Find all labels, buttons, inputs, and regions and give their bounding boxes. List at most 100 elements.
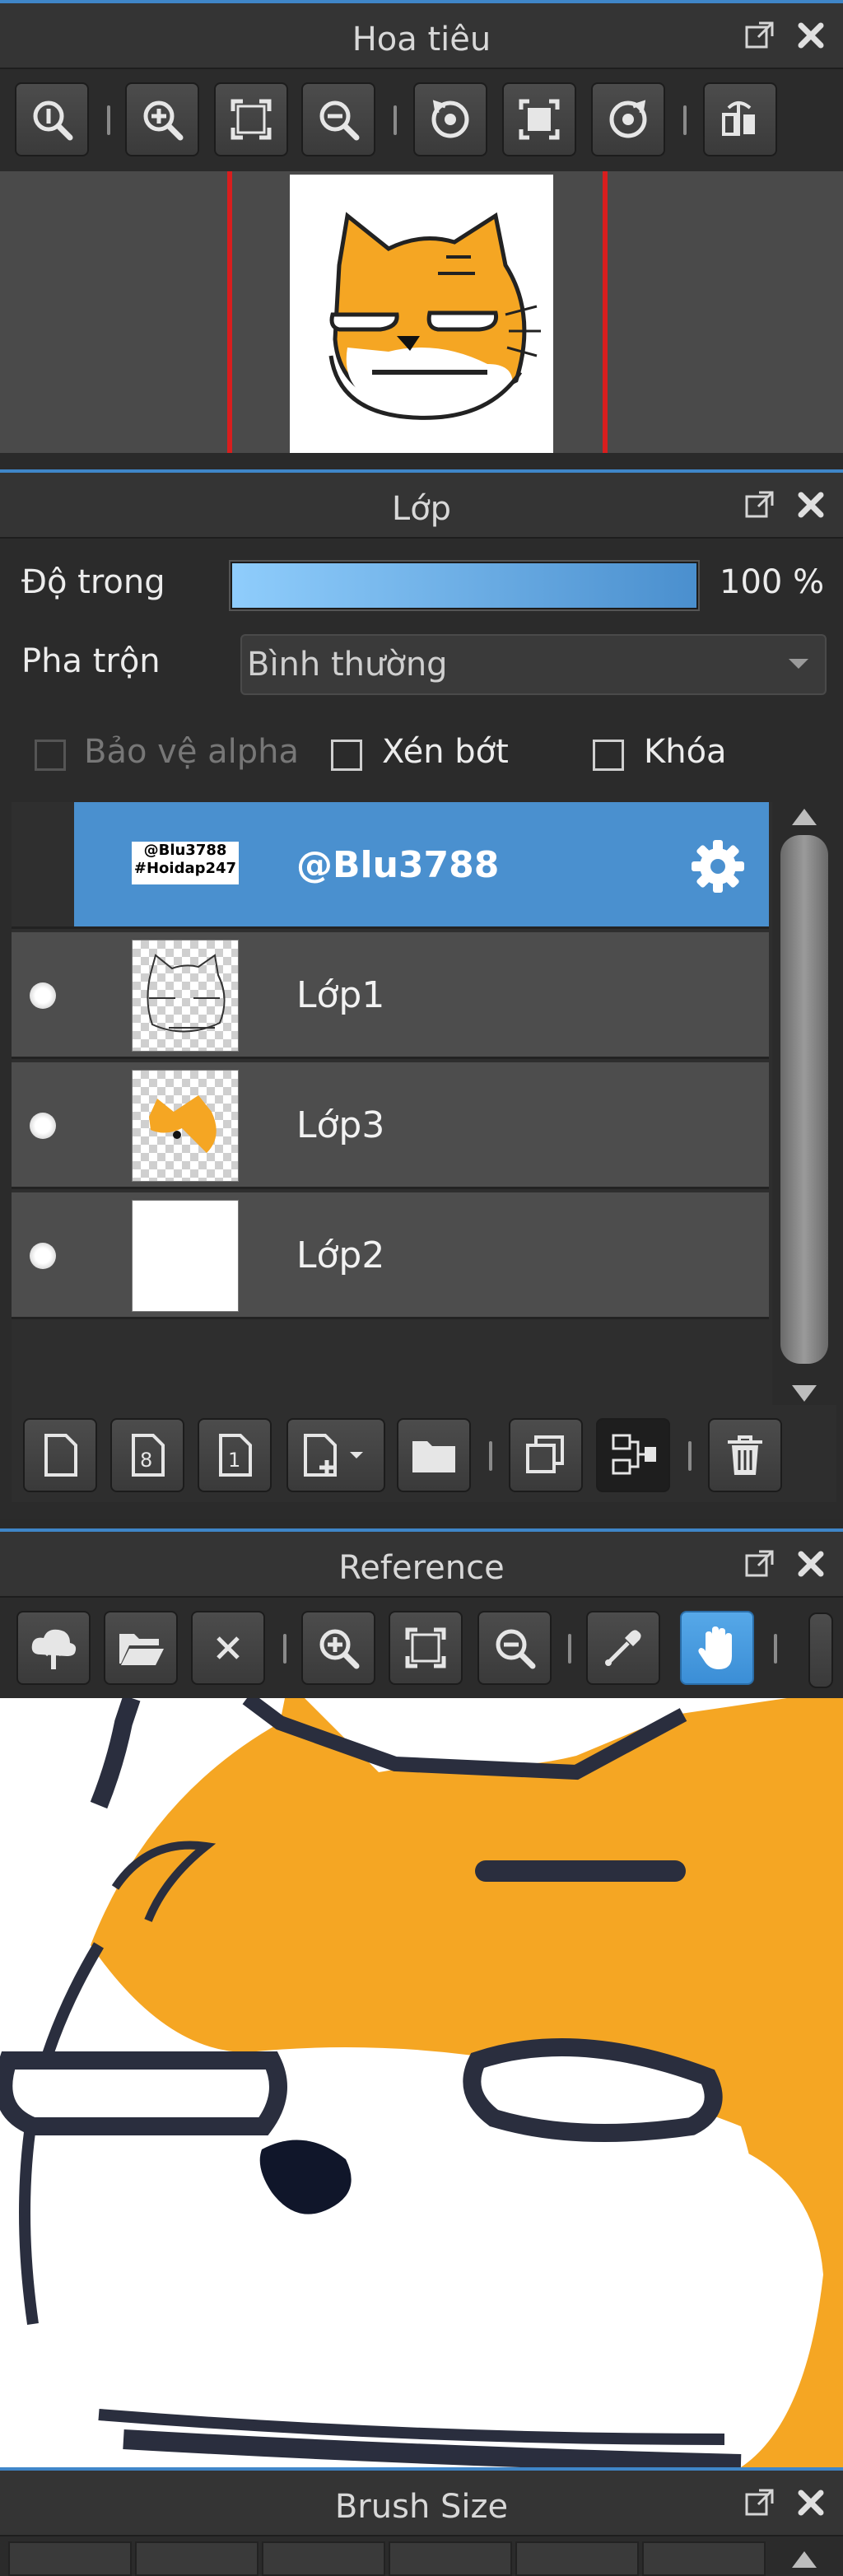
new-8bit-layer-icon[interactable]: 8 xyxy=(110,1418,184,1492)
protect-alpha-checkbox[interactable] xyxy=(35,740,66,771)
toolbar-separator xyxy=(568,1634,571,1664)
hand-pan-icon[interactable] xyxy=(680,1611,754,1685)
brush-size-title: Brush Size xyxy=(334,2488,509,2526)
toolbar-separator xyxy=(489,1441,492,1471)
reference-toolbar xyxy=(0,1598,843,1698)
layer-name: @Blu3788 xyxy=(296,844,500,886)
view-frame-left xyxy=(227,171,232,453)
float-panel-icon[interactable] xyxy=(741,2484,779,2522)
layer-row[interactable]: Lớp1 xyxy=(12,932,769,1059)
brush-size-cell[interactable] xyxy=(642,2541,766,2576)
rotate-left-icon[interactable] xyxy=(413,82,487,156)
opacity-slider[interactable] xyxy=(229,560,700,611)
opacity-label: Độ trong xyxy=(21,563,165,601)
close-panel-icon[interactable] xyxy=(792,2484,830,2522)
clip-label: Xén bớt xyxy=(382,733,509,771)
layer-thumbnail xyxy=(132,940,239,1052)
layer-thumbnail: @Blu3788 #Hoidap247 xyxy=(132,842,239,884)
toolbar-separator xyxy=(394,105,397,135)
svg-text:1: 1 xyxy=(228,1449,240,1472)
new-layer-icon[interactable] xyxy=(23,1418,97,1492)
layer-thumbnail xyxy=(132,1200,239,1312)
layer-name: Lớp2 xyxy=(296,1234,385,1276)
float-panel-icon[interactable] xyxy=(741,1545,779,1583)
view-frame-right xyxy=(603,171,608,453)
layer-row[interactable]: Lớp2 xyxy=(12,1192,769,1319)
chevron-down-icon xyxy=(787,657,810,675)
close-panel-icon[interactable] xyxy=(792,1545,830,1583)
scroll-up-icon[interactable] xyxy=(790,2548,818,2569)
new-1bit-layer-icon[interactable]: 1 xyxy=(198,1418,272,1492)
scrollbar-thumb[interactable] xyxy=(780,835,828,1364)
eyedropper-icon[interactable] xyxy=(586,1611,660,1685)
reference-image-viewer[interactable] xyxy=(0,1698,843,2467)
flip-horizontal-icon[interactable] xyxy=(703,82,777,156)
new-folder-icon[interactable] xyxy=(397,1418,471,1492)
visibility-icon[interactable] xyxy=(30,1243,56,1269)
brush-size-cell[interactable] xyxy=(8,2541,132,2576)
gear-icon[interactable] xyxy=(688,837,748,899)
scroll-down-icon[interactable] xyxy=(790,1384,818,1405)
layers-panel-body: Độ trong 100 % Pha trộn Bình thường Bảo … xyxy=(0,539,843,1519)
upload-cloud-icon[interactable] xyxy=(16,1611,91,1685)
blend-mode-select[interactable]: Bình thường xyxy=(240,634,827,695)
brush-size-cell[interactable] xyxy=(135,2541,258,2576)
float-panel-icon[interactable] xyxy=(741,486,779,524)
toolbar-separator xyxy=(774,1634,777,1664)
cat-reference-image xyxy=(0,1698,843,2467)
layer-row[interactable]: Lớp3 xyxy=(12,1062,769,1189)
navigator-title: Hoa tiêu xyxy=(352,21,491,58)
layer-thumb-text: @Blu3788 xyxy=(143,842,227,859)
visibility-icon[interactable] xyxy=(30,982,56,1009)
opacity-value: 100 % xyxy=(720,563,825,601)
layer-row[interactable]: @Blu3788 #Hoidap247 @Blu3788 xyxy=(12,802,769,929)
layer-list-scrollbar[interactable] xyxy=(772,802,836,1413)
toolbar-overflow-handle[interactable] xyxy=(808,1612,833,1688)
brush-size-cell[interactable] xyxy=(389,2541,512,2576)
scroll-up-icon[interactable] xyxy=(790,805,818,827)
brush-size-cell[interactable] xyxy=(515,2541,639,2576)
blend-mode-label: Pha trộn xyxy=(21,642,161,680)
delete-layer-icon[interactable] xyxy=(708,1418,782,1492)
close-panel-icon[interactable] xyxy=(792,486,830,524)
navigator-toolbar xyxy=(0,69,843,171)
layers-panel-header: Lớp xyxy=(0,469,843,539)
brush-size-panel-header: Brush Size xyxy=(0,2467,843,2536)
merge-layer-icon[interactable] xyxy=(596,1418,670,1492)
brush-size-grid xyxy=(0,2536,843,2576)
blend-mode-value: Bình thường xyxy=(247,646,448,684)
visibility-icon[interactable] xyxy=(30,1113,56,1139)
zoom-out-icon[interactable] xyxy=(301,82,375,156)
close-reference-icon[interactable] xyxy=(191,1611,265,1685)
toolbar-separator xyxy=(688,1441,692,1471)
zoom-in-icon[interactable] xyxy=(125,82,199,156)
close-panel-icon[interactable] xyxy=(792,16,830,54)
layer-name: Lớp1 xyxy=(296,974,385,1016)
toolbar-separator xyxy=(283,1634,286,1664)
zoom-in-icon[interactable] xyxy=(301,1611,375,1685)
zoom-out-icon[interactable] xyxy=(477,1611,552,1685)
duplicate-layer-icon[interactable] xyxy=(509,1418,583,1492)
lock-label: Khóa xyxy=(644,733,727,771)
reference-panel-header: Reference xyxy=(0,1528,843,1598)
float-panel-icon[interactable] xyxy=(741,16,779,54)
layers-title: Lớp xyxy=(391,490,452,528)
open-folder-icon[interactable] xyxy=(104,1611,178,1685)
brush-size-cell[interactable] xyxy=(262,2541,385,2576)
navigator-preview[interactable] xyxy=(0,171,843,453)
reference-title: Reference xyxy=(338,1549,505,1587)
add-layer-dropdown-icon[interactable] xyxy=(286,1418,385,1492)
cat-artwork xyxy=(328,212,541,420)
clip-checkbox[interactable] xyxy=(331,740,362,771)
zoom-100-icon[interactable] xyxy=(15,82,89,156)
toolbar-separator xyxy=(683,105,687,135)
rotate-right-icon[interactable] xyxy=(591,82,665,156)
protect-alpha-label: Bảo vệ alpha xyxy=(84,733,300,771)
fit-view-icon[interactable] xyxy=(214,82,288,156)
reset-view-icon[interactable] xyxy=(502,82,576,156)
lock-checkbox[interactable] xyxy=(593,740,624,771)
toolbar-separator xyxy=(107,105,110,135)
fit-view-icon[interactable] xyxy=(389,1611,463,1685)
canvas-preview xyxy=(290,175,553,453)
opacity-slider-fill xyxy=(232,563,696,608)
